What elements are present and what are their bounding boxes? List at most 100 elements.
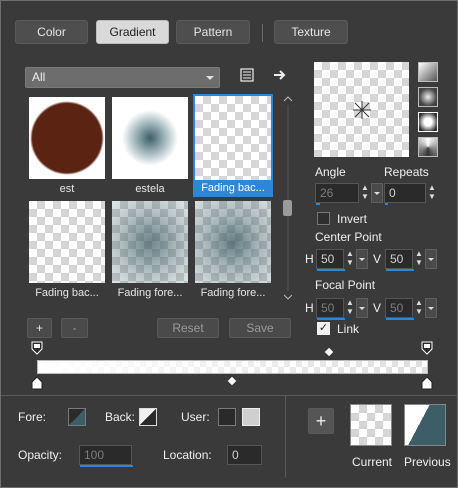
gradient-bar[interactable]	[37, 360, 428, 374]
gallery-item[interactable]: Fading fore...	[193, 199, 273, 302]
gradient-thumbnail	[112, 201, 188, 283]
sunburst-style-icon[interactable]	[418, 112, 438, 132]
tab-gradient[interactable]: Gradient	[96, 20, 169, 44]
reset-button[interactable]: Reset	[157, 318, 219, 338]
radial-style-icon[interactable]	[418, 137, 438, 157]
previous-preview[interactable]	[404, 404, 446, 446]
current-label: Current	[352, 455, 393, 469]
remove-gradient-button[interactable]: -	[61, 318, 88, 338]
gallery-scrollbar[interactable]	[283, 95, 293, 301]
section-divider	[1, 395, 457, 396]
save-button[interactable]: Save	[229, 318, 291, 338]
tab-pattern[interactable]: Pattern	[176, 20, 250, 44]
scrollbar-thumb[interactable]	[283, 200, 292, 216]
gallery-item-label: Fading fore...	[200, 287, 266, 299]
gradient-thumbnail	[195, 96, 271, 180]
user-label: User:	[181, 410, 210, 424]
location-value: 0	[232, 448, 239, 462]
add-color-button[interactable]: +	[308, 408, 334, 434]
repeats-stepper[interactable]: ▲ ▼	[426, 183, 438, 201]
angle-value: 26	[320, 186, 334, 200]
gallery-item[interactable]: Fading bac...	[27, 199, 107, 302]
arrow-right-icon[interactable]	[271, 67, 289, 85]
opacity-stop-right[interactable]	[421, 341, 433, 355]
focal-v-input[interactable]: 50	[385, 298, 414, 320]
section-divider-vertical	[285, 396, 286, 478]
fore-swatch[interactable]	[68, 408, 86, 426]
back-swatch[interactable]	[139, 408, 157, 426]
center-point-label: Center Point	[315, 230, 382, 244]
gallery-item[interactable]: est	[27, 95, 107, 198]
location-label: Location:	[163, 448, 212, 462]
opacity-value: 100	[84, 448, 105, 462]
center-h-label: H	[305, 252, 314, 266]
center-h-value: 50	[321, 252, 335, 266]
category-select-value: All	[32, 70, 46, 84]
gradient-thumbnail	[195, 201, 271, 283]
angle-dropdown[interactable]	[371, 183, 383, 203]
focal-v-stepper[interactable]: ▲ ▼	[413, 298, 425, 316]
center-h-dropdown[interactable]	[356, 249, 368, 269]
center-v-stepper[interactable]: ▲ ▼	[413, 249, 425, 267]
focal-point-label: Focal Point	[315, 278, 376, 292]
gallery-item[interactable]: Fading fore...	[110, 199, 190, 302]
center-h-stepper[interactable]: ▲ ▼	[344, 249, 356, 267]
category-select[interactable]: All	[25, 67, 220, 88]
angle-label: Angle	[315, 165, 346, 179]
location-input[interactable]: 0	[227, 445, 262, 465]
invert-checkbox[interactable]	[317, 212, 330, 225]
center-v-input[interactable]: 50	[385, 249, 414, 271]
gradient-gallery: est estela Fading bac... Fading bac... F…	[25, 93, 293, 303]
user-swatch-1[interactable]	[218, 408, 236, 426]
repeats-value: 0	[389, 186, 396, 200]
color-stop-right[interactable]	[421, 376, 433, 390]
center-v-label: V	[373, 252, 382, 266]
center-v-dropdown[interactable]	[425, 249, 437, 269]
focal-v-label: V	[373, 301, 382, 315]
gallery-item-label: Fading fore...	[117, 287, 183, 299]
fore-label: Fore:	[18, 410, 47, 424]
back-label: Back:	[105, 410, 136, 424]
opacity-input[interactable]: 100	[79, 445, 133, 467]
angle-input[interactable]: 26	[315, 183, 359, 205]
tab-texture[interactable]: Texture	[274, 20, 348, 44]
gallery-item-selected[interactable]: Fading bac...	[193, 94, 273, 197]
link-checkbox[interactable]: ✓	[317, 322, 330, 335]
gallery-item-label: estela	[135, 183, 165, 195]
crosshair-icon	[353, 101, 371, 119]
list-view-icon[interactable]	[238, 67, 256, 85]
color-stop-left[interactable]	[31, 376, 43, 390]
focal-h-input[interactable]: 50	[316, 298, 345, 320]
repeats-label: Repeats	[384, 165, 429, 179]
opacity-stop-left[interactable]	[31, 341, 43, 355]
gallery-item-label: Fading bac...	[195, 180, 271, 196]
opacity-label: Opacity:	[18, 448, 63, 462]
gradient-preview[interactable]	[314, 62, 409, 157]
angle-stepper[interactable]: ▲ ▼	[359, 183, 371, 201]
focal-h-dropdown[interactable]	[356, 298, 368, 318]
add-gradient-button[interactable]: +	[27, 318, 52, 338]
focal-h-stepper[interactable]: ▲ ▼	[344, 298, 356, 316]
center-v-value: 50	[390, 252, 404, 266]
gradient-thumbnail	[29, 201, 105, 283]
focal-v-dropdown[interactable]	[425, 298, 437, 318]
linear-style-icon[interactable]	[418, 62, 438, 82]
tab-color[interactable]: Color	[15, 20, 88, 44]
gallery-item-label: est	[59, 183, 75, 195]
previous-label: Previous	[404, 455, 451, 469]
rectangular-style-icon[interactable]	[418, 87, 438, 107]
center-h-input[interactable]: 50	[316, 249, 345, 271]
invert-label: Invert	[337, 212, 368, 226]
current-preview	[350, 404, 392, 446]
gradient-thumbnail	[29, 97, 105, 179]
focal-h-value: 50	[321, 301, 335, 315]
tab-divider	[262, 24, 263, 42]
chevron-down-icon	[206, 76, 214, 80]
focal-v-value: 50	[390, 301, 404, 315]
user-swatch-2[interactable]	[242, 408, 260, 426]
repeats-input[interactable]: 0	[384, 183, 426, 205]
focal-h-label: H	[305, 301, 314, 315]
link-label: Link	[337, 322, 360, 336]
gallery-item[interactable]: estela	[110, 95, 190, 198]
gallery-item-label: Fading bac...	[35, 287, 99, 299]
